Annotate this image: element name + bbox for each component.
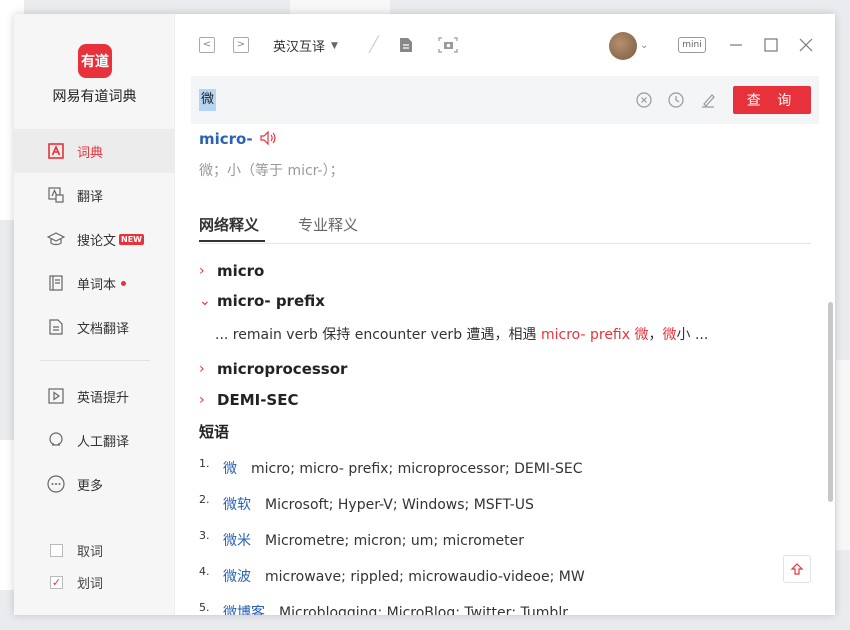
english-improve-icon xyxy=(47,387,65,405)
handwriting-icon[interactable] xyxy=(699,91,717,109)
entry-label: micro xyxy=(217,262,265,280)
example-sentence: ... remain verb 保持 encounter verb 遭遇，相遇 … xyxy=(215,327,709,343)
back-button[interactable]: < xyxy=(199,37,215,53)
entry-item[interactable]: › DEMI-SEC xyxy=(199,391,299,409)
sidebar-item-label: 更多 xyxy=(77,478,104,494)
entry-item[interactable]: ⌄ micro- prefix xyxy=(199,292,325,310)
sidebar: 有道 网易有道词典 词典 翻译 搜论文 NEW 单词本 文档翻译 英语提升 人工… xyxy=(14,14,175,615)
speaker-icon[interactable] xyxy=(259,129,277,147)
sidebar-item-label: 翻译 xyxy=(77,189,104,205)
pick-word-checkbox[interactable] xyxy=(50,543,63,557)
forward-button[interactable]: > xyxy=(233,37,249,53)
doc-translate-icon xyxy=(47,318,65,336)
background-window-right xyxy=(836,360,850,550)
option-select-word[interactable]: ✓ 划词 xyxy=(50,572,170,592)
sidebar-item-label: 单词本 xyxy=(77,277,117,293)
chevron-down-icon: ▼ xyxy=(331,40,338,51)
sidebar-item-label: 英语提升 xyxy=(77,390,130,406)
divider-slash xyxy=(368,34,380,54)
maximize-button[interactable] xyxy=(762,36,780,54)
option-label: 取词 xyxy=(77,544,104,560)
paper-icon xyxy=(47,230,65,248)
phrase-row: 1. 微 micro; micro- prefix; microprocessor;… xyxy=(199,457,583,478)
dict-icon xyxy=(47,142,65,160)
chevron-down-icon[interactable]: ⌄ xyxy=(640,40,648,51)
sidebar-item-wordbook[interactable]: 单词本 xyxy=(14,261,175,305)
human-translate-icon xyxy=(47,431,65,449)
app-logo: 有道 xyxy=(78,44,112,78)
sidebar-divider xyxy=(40,360,150,361)
minimize-button[interactable] xyxy=(727,36,745,54)
wordbook-icon xyxy=(47,274,65,292)
sidebar-item-english-improve[interactable]: 英语提升 xyxy=(14,374,175,418)
sidebar-item-paper[interactable]: 搜论文 NEW xyxy=(14,217,175,261)
main-panel: < > 英汉互译 ▼ ⌄ mini 微 查 询 micro- 微；小（等于 mi… xyxy=(175,14,835,615)
close-button[interactable] xyxy=(797,36,815,54)
phrases-title: 短语 xyxy=(199,423,230,441)
phrase-link[interactable]: 微米 xyxy=(223,530,251,550)
mini-mode-button[interactable]: mini xyxy=(678,37,706,53)
sidebar-item-label: 词典 xyxy=(77,145,104,161)
mode-label: 英汉互译 xyxy=(273,40,326,55)
option-label: 划词 xyxy=(77,576,104,592)
more-icon xyxy=(47,475,65,493)
translate-icon xyxy=(47,186,65,204)
app-title: 网易有道词典 xyxy=(52,89,137,105)
entry-label: DEMI-SEC xyxy=(217,391,299,409)
entry-item[interactable]: › micro xyxy=(199,262,264,280)
sidebar-item-doc-translate[interactable]: 文档翻译 xyxy=(14,305,175,349)
chevron-down-icon: ⌄ xyxy=(199,293,211,309)
translate-mode-select[interactable]: 英汉互译 ▼ xyxy=(273,36,338,55)
youdao-window: 有道 网易有道词典 词典 翻译 搜论文 NEW 单词本 文档翻译 英语提升 人工… xyxy=(14,14,835,615)
phrase-row: 5. 微博客 Microblogging; MicroBlog; Twitter; … xyxy=(199,601,568,615)
search-bar: 微 查 询 xyxy=(191,76,819,124)
phrase-row: 2. 微软 Microsoft; Hyper-V; Windows; MSFT-US xyxy=(199,493,534,514)
sidebar-item-translate[interactable]: 翻译 xyxy=(14,173,175,217)
document-icon[interactable] xyxy=(397,36,415,54)
notification-dot xyxy=(121,280,127,286)
headword[interactable]: micro- xyxy=(199,130,253,148)
clear-icon[interactable] xyxy=(635,91,653,109)
arrow-up-icon xyxy=(790,563,804,575)
screenshot-icon[interactable] xyxy=(438,36,458,54)
sidebar-item-label: 搜论文 xyxy=(77,233,117,249)
new-badge: NEW xyxy=(119,233,144,245)
definition: 微；小（等于 micr-）； xyxy=(199,163,344,179)
tab-web-definition[interactable]: 网络释义 xyxy=(199,214,259,235)
phrase-link[interactable]: 微博客 xyxy=(223,602,265,615)
option-pick-word[interactable]: 取词 xyxy=(50,540,170,560)
phrase-row: 4. 微波 microwave; rippled; microwaudio-vide… xyxy=(199,565,585,586)
phrase-link[interactable]: 微软 xyxy=(223,494,251,514)
tabs-divider xyxy=(199,243,811,244)
chevron-right-icon: › xyxy=(199,361,205,377)
history-icon[interactable] xyxy=(667,91,685,109)
sidebar-item-dict[interactable]: 词典 xyxy=(14,129,175,173)
chevron-right-icon: › xyxy=(199,392,205,408)
entry-label: micro- prefix xyxy=(217,292,325,310)
search-button[interactable]: 查 询 xyxy=(733,86,811,114)
phrase-link[interactable]: 微 xyxy=(223,458,237,478)
entry-item[interactable]: › microprocessor xyxy=(199,360,347,378)
sidebar-item-more[interactable]: 更多 xyxy=(14,462,175,506)
avatar[interactable] xyxy=(609,32,637,60)
chevron-right-icon: › xyxy=(199,263,205,279)
search-input[interactable]: 微 xyxy=(199,89,217,111)
scrollbar[interactable] xyxy=(828,302,833,502)
phrase-link[interactable]: 微波 xyxy=(223,566,251,586)
back-to-top-button[interactable] xyxy=(783,555,811,583)
select-word-checkbox[interactable]: ✓ xyxy=(50,575,63,589)
entry-label: microprocessor xyxy=(217,360,348,378)
sidebar-item-label: 人工翻译 xyxy=(77,434,130,450)
tab-professional-definition[interactable]: 专业释义 xyxy=(298,214,358,235)
phrase-row: 3. 微米 Micrometre; micron; um; micrometer xyxy=(199,529,524,550)
background-window-top xyxy=(290,0,390,14)
sidebar-item-human-translate[interactable]: 人工翻译 xyxy=(14,418,175,462)
sidebar-item-label: 文档翻译 xyxy=(77,321,130,337)
active-tab-underline xyxy=(199,240,265,242)
